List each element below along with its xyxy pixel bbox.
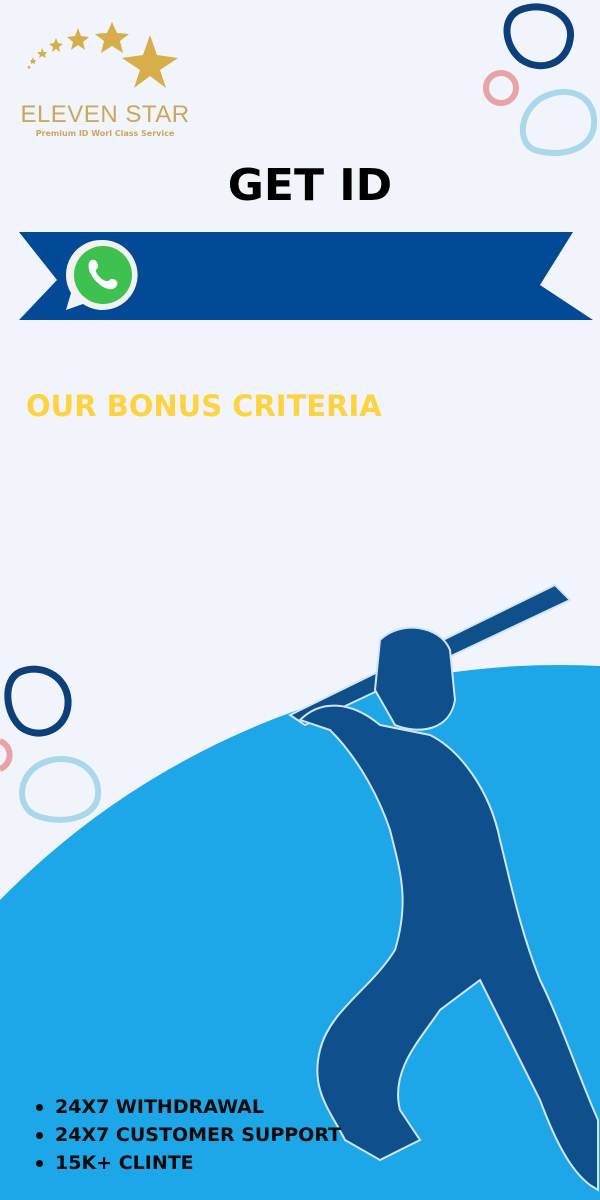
lightblue-ring-decoration <box>519 88 598 156</box>
whatsapp-icon[interactable] <box>65 239 138 310</box>
feature-list: 24X7 WITHDRAWAL 24X7 CUSTOMER SUPPORT 15… <box>36 1093 341 1177</box>
feature-item: 24X7 WITHDRAWAL <box>36 1093 341 1121</box>
page-title: GET ID <box>227 160 393 211</box>
stars-logo-icon <box>27 22 178 88</box>
pink-ring-decoration <box>483 70 519 106</box>
brand-name: ELEVEN STAR <box>20 101 190 128</box>
brand-tagline: Premium ID Worl Class Service <box>35 129 175 138</box>
pink-ring-decoration <box>0 738 13 772</box>
navy-ring-decoration <box>503 3 574 70</box>
navy-ring-decoration <box>4 665 72 737</box>
feature-item: 15K+ CLINTE <box>36 1149 341 1177</box>
lightblue-ring-decoration <box>19 756 102 823</box>
bonus-heading: OUR BONUS CRITERIA <box>26 389 382 423</box>
feature-item: 24X7 CUSTOMER SUPPORT <box>36 1121 341 1149</box>
